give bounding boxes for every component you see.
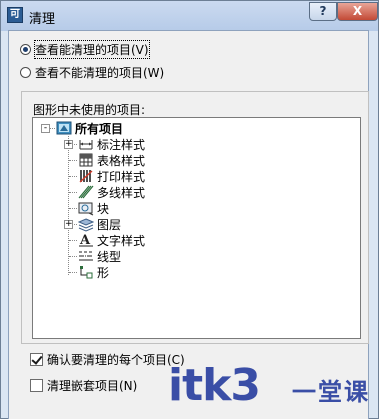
watermark-logo-cn: 一堂课 — [292, 378, 370, 406]
block-icon — [78, 202, 94, 216]
tree-item-label: 打印样式 — [97, 169, 146, 184]
tree-item-label: 块 — [97, 201, 110, 216]
linetype-icon — [79, 251, 93, 261]
dimension-style-expand-toggle[interactable]: + — [64, 140, 73, 149]
tree-branch-line — [69, 240, 77, 241]
table-style-icon — [79, 153, 93, 167]
tree-branch-line — [69, 192, 77, 193]
tree-branch-line — [69, 256, 77, 257]
drawing-root-icon — [56, 121, 72, 135]
unused-items-label: 图形中未使用的项目: — [33, 101, 146, 118]
shape-icon — [80, 266, 93, 279]
tree-trunk-line — [68, 136, 69, 275]
dimension-style-icon — [79, 140, 93, 150]
tree-item-label: 形 — [97, 265, 110, 280]
purge-app-icon: 可 — [7, 7, 23, 23]
tree-item-plot-style[interactable]: 打印样式 — [78, 168, 145, 184]
tree-item-text-style[interactable]: A 文字样式 — [78, 232, 145, 248]
tree-item-layer[interactable]: 图层 — [78, 216, 121, 232]
purge-nested-check-indicator[interactable] — [30, 378, 43, 392]
tree-item-label: 表格样式 — [97, 153, 146, 168]
tree-item-dimension-style[interactable]: 标注样式 — [78, 136, 145, 152]
radio-selected-indicator[interactable] — [20, 43, 31, 55]
tree-item-label: 文字样式 — [97, 233, 146, 248]
confirm-each-check-indicator[interactable] — [30, 352, 43, 366]
tree-item-linetype[interactable]: 线型 — [78, 248, 121, 264]
view-purgeable-radio[interactable]: 查看能清理的项目(V) — [20, 39, 150, 59]
view-non-purgeable-radio[interactable]: 查看不能清理的项目(W) — [20, 64, 164, 80]
tree-branch-line — [69, 272, 77, 273]
plot-style-icon — [79, 170, 93, 183]
tree-branch-line — [69, 176, 77, 177]
text-style-icon: A — [79, 233, 93, 248]
title-bar[interactable]: 可 清理 ? X — [1, 1, 378, 31]
radio-unselected-indicator[interactable] — [20, 66, 31, 78]
confirm-each-checkbox[interactable]: 确认要清理的每个项目(C) — [30, 351, 185, 367]
tree-item-label: 图层 — [97, 217, 122, 232]
tree-root[interactable]: 所有项目 — [56, 120, 123, 136]
tree-branch-line — [69, 160, 77, 161]
tree-branch-line — [69, 208, 77, 209]
help-button[interactable]: ? — [309, 2, 337, 21]
window-title: 清理 — [29, 12, 56, 27]
view-purgeable-label: 查看能清理的项目(V) — [34, 39, 150, 59]
view-non-purgeable-label: 查看不能清理的项目(W) — [35, 65, 165, 80]
purge-nested-checkbox[interactable]: 清理嵌套项目(N) — [30, 377, 137, 393]
layer-expand-toggle[interactable]: + — [64, 220, 73, 229]
multiline-style-icon — [78, 185, 94, 199]
tree-item-table-style[interactable]: 表格样式 — [78, 152, 145, 168]
tree-item-shape[interactable]: 形 — [78, 264, 109, 280]
tree-item-label: 线型 — [97, 249, 122, 264]
tree-item-block[interactable]: 块 — [78, 200, 109, 216]
watermark-logo: itk3 — [168, 360, 261, 411]
tree-item-label: 多线样式 — [97, 185, 146, 200]
root-collapse-toggle[interactable]: - — [41, 124, 50, 133]
confirm-each-label: 确认要清理的每个项目(C) — [47, 352, 185, 367]
tree-item-multiline-style[interactable]: 多线样式 — [78, 184, 145, 200]
tree-item-label: 标注样式 — [97, 137, 146, 152]
purge-nested-label: 清理嵌套项目(N) — [47, 378, 138, 393]
tree-root-label: 所有项目 — [75, 121, 124, 136]
layer-icon — [78, 218, 94, 232]
close-button[interactable]: X — [337, 2, 378, 21]
unused-items-tree[interactable]: - 所有项目 + 标注样式 表格样式 打印样式 多线样式 块 + 图层 A 文字… — [32, 117, 361, 339]
